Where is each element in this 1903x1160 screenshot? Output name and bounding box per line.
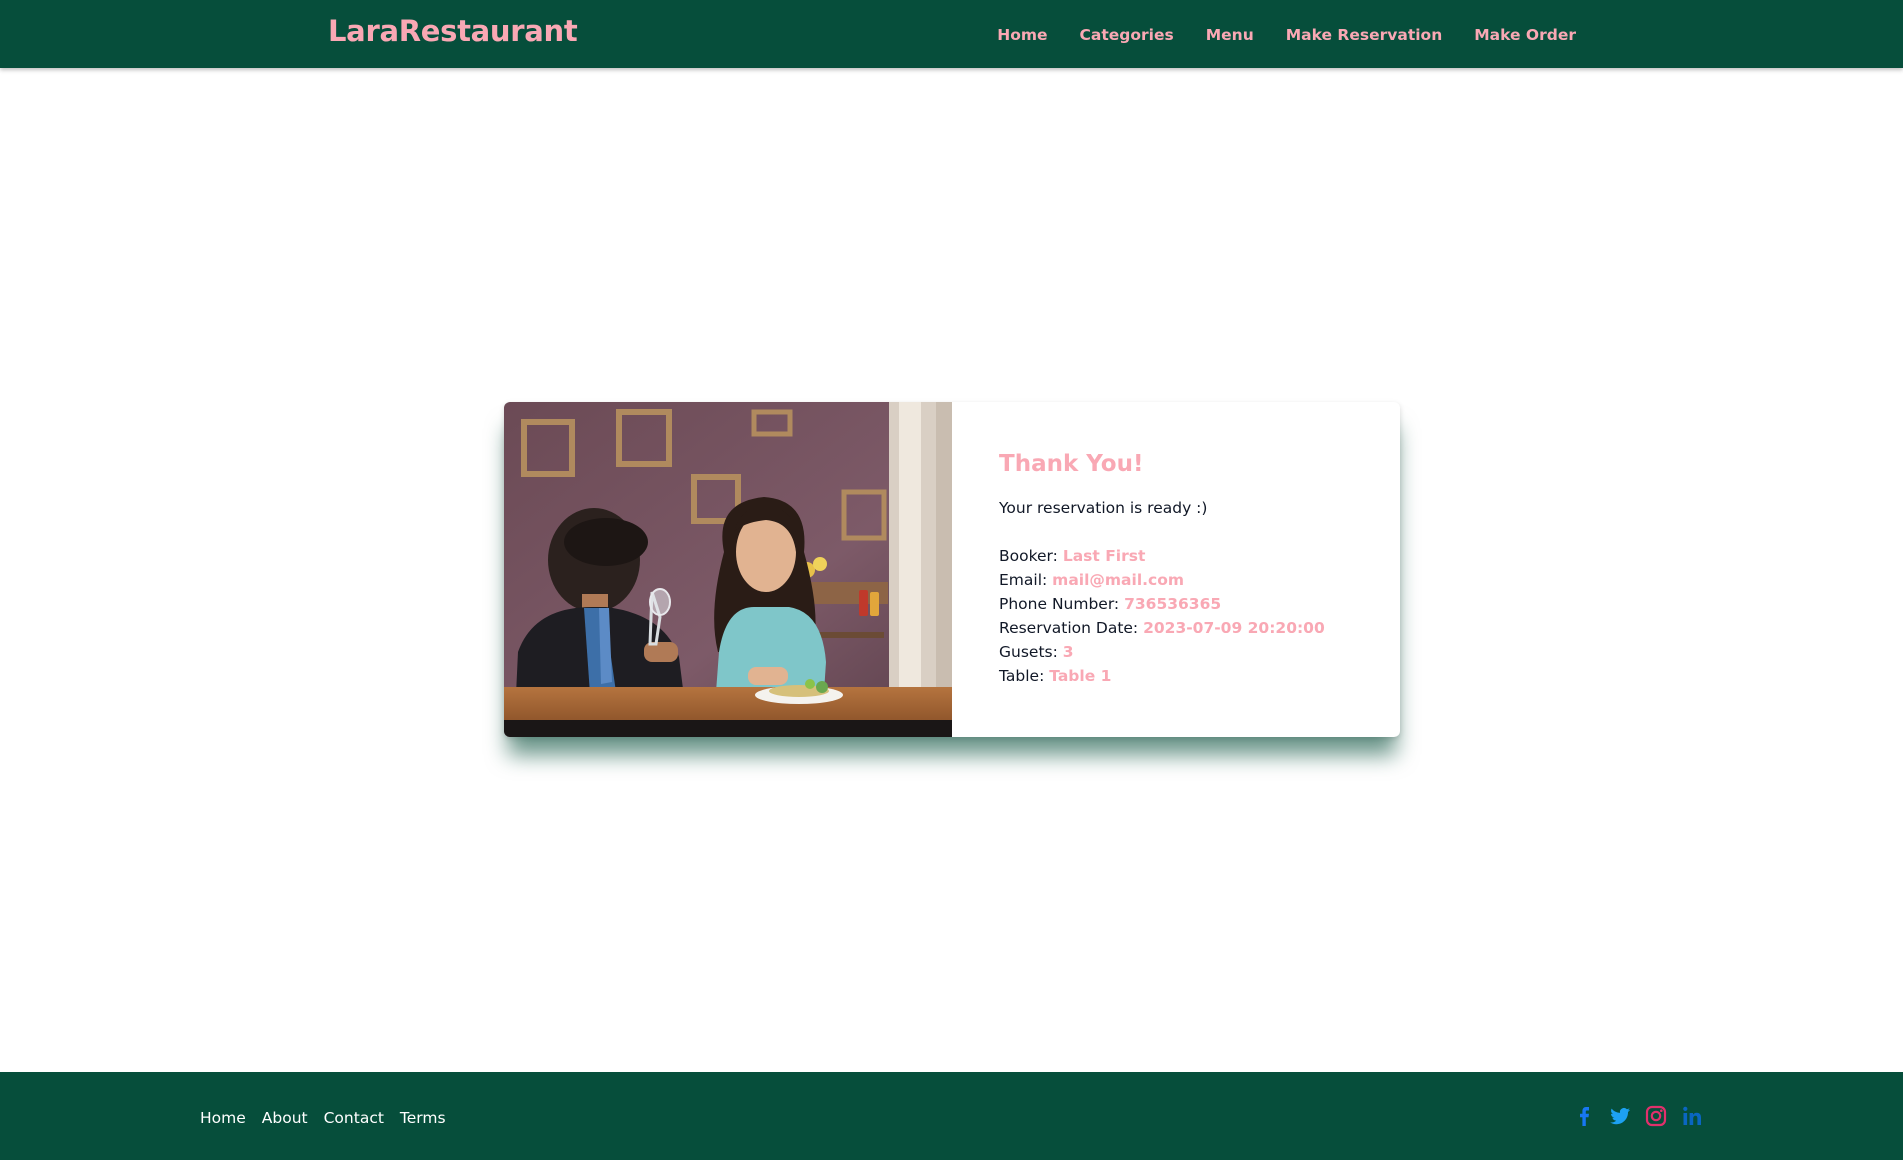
- nav-home-link[interactable]: Home: [997, 25, 1047, 45]
- nav-categories-link[interactable]: Categories: [1080, 25, 1174, 45]
- reservation-details: Thank You! Your reservation is ready :) …: [999, 450, 1380, 688]
- table-value: Table 1: [1049, 667, 1112, 685]
- footer-contact-link[interactable]: Contact: [324, 1108, 384, 1128]
- email-row: Email: mail@mail.com: [999, 568, 1380, 592]
- nav-menu-link[interactable]: Menu: [1206, 25, 1254, 45]
- facebook-icon[interactable]: [1572, 1104, 1596, 1128]
- guests-value: 3: [1062, 643, 1074, 661]
- booker-value: Last First: [1062, 547, 1146, 565]
- linkedin-icon[interactable]: [1680, 1104, 1704, 1128]
- email-label: Email:: [999, 571, 1048, 589]
- restaurant-couple-photo: [504, 402, 952, 737]
- top-navbar: LaraRestaurant Home Categories Menu Make…: [0, 0, 1903, 68]
- email-value: mail@mail.com: [1052, 571, 1185, 589]
- footer-terms-link[interactable]: Terms: [400, 1108, 446, 1128]
- table-label: Table:: [999, 667, 1045, 685]
- reservation-date-value: 2023-07-09 20:20:00: [1143, 619, 1325, 637]
- social-links: [1572, 1104, 1704, 1128]
- instagram-icon[interactable]: [1644, 1104, 1668, 1128]
- footer-home-link[interactable]: Home: [200, 1108, 246, 1128]
- phone-label: Phone Number:: [999, 595, 1120, 613]
- booker-label: Booker:: [999, 547, 1058, 565]
- twitter-icon[interactable]: [1608, 1104, 1632, 1128]
- reservation-date-row: Reservation Date: 2023-07-09 20:20:00: [999, 616, 1380, 640]
- reservation-date-label: Reservation Date:: [999, 619, 1139, 637]
- nav-links: Home Categories Menu Make Reservation Ma…: [997, 25, 1576, 45]
- booker-row: Booker: Last First: [999, 544, 1380, 568]
- nav-make-order-link[interactable]: Make Order: [1474, 25, 1576, 45]
- brand-logo[interactable]: LaraRestaurant: [328, 14, 578, 48]
- guests-label: Gusets:: [999, 643, 1058, 661]
- table-row: Table: Table 1: [999, 664, 1380, 688]
- phone-row: Phone Number: 736536365: [999, 592, 1380, 616]
- phone-value: 736536365: [1124, 595, 1222, 613]
- guests-row: Gusets: 3: [999, 640, 1380, 664]
- nav-make-reservation-link[interactable]: Make Reservation: [1286, 25, 1442, 45]
- footer-links: Home About Contact Terms: [200, 1108, 446, 1128]
- reservation-confirmation-card: Thank You! Your reservation is ready :) …: [504, 402, 1400, 737]
- thank-you-heading: Thank You!: [999, 451, 1144, 477]
- reservation-ready-message: Your reservation is ready :): [999, 499, 1208, 517]
- site-footer: Home About Contact Terms: [0, 1072, 1903, 1160]
- footer-about-link[interactable]: About: [262, 1108, 308, 1128]
